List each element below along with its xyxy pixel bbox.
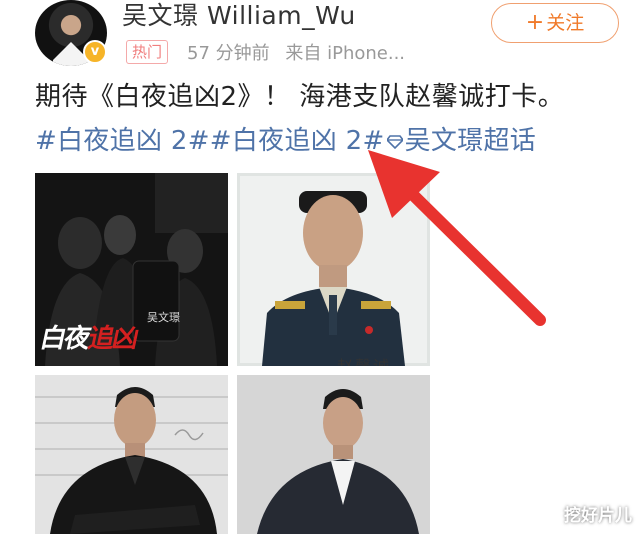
id-photo-caption: 赵馨诚: [337, 353, 391, 366]
follow-label: 关注: [546, 12, 585, 34]
post-image-suit[interactable]: [237, 375, 430, 534]
post-meta: 57 分钟前 来自 iPhone...: [187, 39, 405, 65]
plus-icon: +: [525, 10, 545, 35]
post-tags: #白夜追凶 2##白夜追凶 2# 吴文璟超话: [35, 120, 536, 157]
post-image-id-photo[interactable]: 赵馨诚: [237, 173, 430, 366]
post-time: 57 分钟前: [187, 43, 270, 64]
follow-button[interactable]: + 关注: [491, 3, 619, 43]
portrait-illustration: [35, 375, 228, 534]
hashtag-link[interactable]: #白夜追凶 2#: [210, 126, 385, 156]
post-image-poster[interactable]: 白夜追凶 吴文璟: [35, 173, 228, 366]
poster-actor-name: 吴文璟: [147, 311, 180, 324]
suit-portrait-illustration: [237, 375, 430, 534]
post-text: 期待《白夜追凶2》！ 海港支队赵馨诚打卡。: [35, 82, 565, 112]
super-topic-link[interactable]: 吴文璟超话: [405, 126, 537, 156]
hashtag-link[interactable]: #白夜追凶 2#: [35, 126, 210, 156]
post-source: 来自 iPhone...: [285, 43, 406, 64]
post-image-leather-jacket[interactable]: [35, 375, 228, 534]
hot-badge: 热门: [126, 40, 169, 64]
watermark: 挖好片儿: [564, 506, 632, 526]
poster-title: 白夜追凶: [37, 324, 140, 354]
username[interactable]: 吴文璟 William_Wu: [122, 0, 356, 32]
id-photo-illustration: [237, 173, 430, 366]
verified-badge-icon: v: [83, 40, 107, 64]
diamond-icon: [386, 134, 403, 149]
